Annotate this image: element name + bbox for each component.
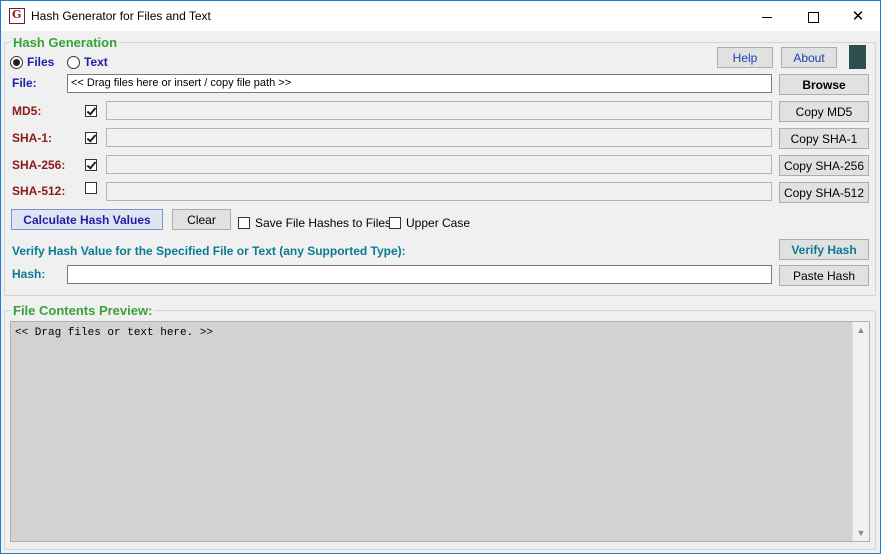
clear-button[interactable]: Clear bbox=[172, 209, 231, 230]
copy-md5-button[interactable]: Copy MD5 bbox=[779, 101, 869, 122]
close-icon: ✕ bbox=[851, 8, 865, 25]
md5-checkbox[interactable] bbox=[85, 105, 97, 117]
verify-title: Verify Hash Value for the Specified File… bbox=[12, 244, 406, 258]
sha512-label: SHA-512: bbox=[12, 184, 66, 198]
file-label: File: bbox=[12, 76, 37, 90]
title-bar[interactable]: G Hash Generator for Files and Text ✕ bbox=[1, 1, 880, 31]
verify-hash-input[interactable] bbox=[67, 265, 772, 284]
help-button[interactable]: Help bbox=[717, 47, 773, 68]
minimize-icon bbox=[762, 16, 772, 18]
text-radio-label[interactable]: Text bbox=[84, 55, 108, 69]
save-hashes-checkbox[interactable] bbox=[238, 217, 250, 229]
sha1-checkbox[interactable] bbox=[85, 132, 97, 144]
minimize-button[interactable] bbox=[744, 1, 790, 31]
sha256-checkbox[interactable] bbox=[85, 159, 97, 171]
scroll-up-icon[interactable]: ▲ bbox=[853, 322, 869, 338]
files-radio-label[interactable]: Files bbox=[27, 55, 54, 69]
hash-label: Hash: bbox=[12, 267, 46, 281]
upper-case-checkbox[interactable] bbox=[389, 217, 401, 229]
preview-textarea[interactable]: << Drag files or text here. >> ▲ ▼ bbox=[10, 321, 870, 542]
preview-scrollbar[interactable]: ▲ ▼ bbox=[852, 322, 869, 541]
sha512-checkbox[interactable] bbox=[85, 182, 97, 194]
copy-sha1-button[interactable]: Copy SHA-1 bbox=[779, 128, 869, 149]
md5-output[interactable] bbox=[106, 101, 772, 120]
window-title: Hash Generator for Files and Text bbox=[31, 9, 211, 23]
maximize-icon bbox=[807, 11, 819, 23]
sha512-output[interactable] bbox=[106, 182, 772, 201]
verify-hash-button[interactable]: Verify Hash bbox=[779, 239, 869, 260]
sha256-output[interactable] bbox=[106, 155, 772, 174]
sha256-label: SHA-256: bbox=[12, 158, 66, 172]
status-indicator bbox=[849, 45, 866, 69]
upper-case-label[interactable]: Upper Case bbox=[406, 216, 470, 230]
preview-placeholder: << Drag files or text here. >> bbox=[15, 327, 214, 339]
md5-label: MD5: bbox=[12, 104, 42, 118]
file-path-input[interactable]: << Drag files here or insert / copy file… bbox=[67, 74, 772, 93]
scroll-down-icon[interactable]: ▼ bbox=[853, 525, 869, 541]
preview-title: File Contents Preview: bbox=[11, 303, 155, 318]
close-button[interactable]: ✕ bbox=[835, 1, 881, 31]
sha1-output[interactable] bbox=[106, 128, 772, 147]
paste-hash-button[interactable]: Paste Hash bbox=[779, 265, 869, 286]
copy-sha512-button[interactable]: Copy SHA-512 bbox=[779, 182, 869, 203]
app-icon: G bbox=[9, 8, 25, 24]
copy-sha256-button[interactable]: Copy SHA-256 bbox=[779, 155, 869, 176]
sha1-label: SHA-1: bbox=[12, 131, 53, 145]
files-radio[interactable] bbox=[10, 56, 23, 69]
browse-button[interactable]: Browse bbox=[779, 74, 869, 95]
about-button[interactable]: About bbox=[781, 47, 837, 68]
text-radio[interactable] bbox=[67, 56, 80, 69]
save-hashes-label[interactable]: Save File Hashes to Files bbox=[255, 216, 391, 230]
maximize-button[interactable] bbox=[790, 1, 836, 31]
calculate-hash-button[interactable]: Calculate Hash Values bbox=[11, 209, 163, 230]
hash-generation-title: Hash Generation bbox=[11, 35, 120, 50]
